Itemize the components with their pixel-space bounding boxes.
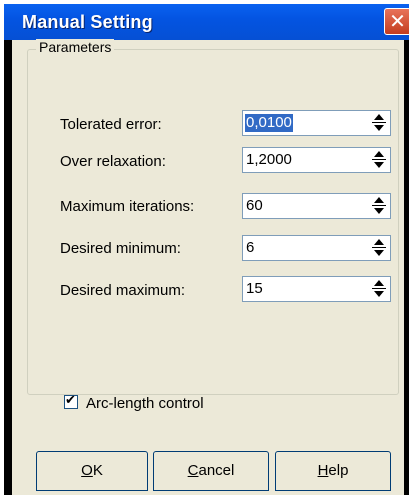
tolerated-error-label: Tolerated error: <box>60 116 162 133</box>
arc-length-label[interactable]: Arc-length control <box>86 395 204 412</box>
desired-minimum-label: Desired minimum: <box>60 240 181 257</box>
spin-down-icon[interactable] <box>369 248 389 259</box>
spin-down-icon[interactable] <box>369 123 389 134</box>
desired-minimum-value[interactable]: 6 <box>245 239 255 257</box>
desired-maximum-spinbox[interactable]: 15 <box>242 276 391 302</box>
desired-maximum-spinner[interactable] <box>369 278 389 300</box>
close-icon: ✕ <box>389 9 406 33</box>
desired-maximum-value[interactable]: 15 <box>245 280 264 298</box>
help-label: elp <box>328 462 349 479</box>
parameters-group-label: Parameters <box>36 39 115 55</box>
close-button[interactable]: ✕ <box>384 8 409 35</box>
cancel-label: ancel <box>198 462 235 479</box>
ok-accelerator: O <box>81 462 93 479</box>
parameters-groupbox <box>27 49 399 395</box>
over-relaxation-value[interactable]: 1,2000 <box>245 151 293 169</box>
desired-minimum-spinner[interactable] <box>369 237 389 259</box>
desired-maximum-label: Desired maximum: <box>60 282 186 299</box>
over-relaxation-label: Over relaxation: <box>60 153 166 170</box>
window-title: Manual Setting <box>22 12 153 32</box>
ok-button[interactable]: OK <box>36 451 148 491</box>
cancel-button[interactable]: Cancel <box>153 451 269 491</box>
over-relaxation-spinner[interactable] <box>369 149 389 171</box>
help-accelerator: H <box>317 462 329 479</box>
title-bar[interactable]: Manual Setting ✕ <box>4 4 409 40</box>
spin-down-icon[interactable] <box>369 206 389 217</box>
maximum-iterations-spinbox[interactable]: 60 <box>242 193 391 219</box>
checkmark-icon: ✔ <box>65 393 76 408</box>
spin-down-icon[interactable] <box>369 160 389 171</box>
cancel-accelerator: C <box>187 462 199 479</box>
maximum-iterations-spinner[interactable] <box>369 195 389 217</box>
arc-length-checkbox[interactable]: ✔ <box>64 393 78 409</box>
maximum-iterations-value[interactable]: 60 <box>245 197 264 215</box>
desired-minimum-spinbox[interactable]: 6 <box>242 235 391 261</box>
tolerated-error-value[interactable]: 0,0100 <box>245 114 293 132</box>
ok-label: K <box>92 462 103 479</box>
tolerated-error-spinner[interactable] <box>369 112 389 134</box>
spin-down-icon[interactable] <box>369 289 389 300</box>
help-button[interactable]: Help <box>275 451 391 491</box>
maximum-iterations-label: Maximum iterations: <box>60 198 195 215</box>
over-relaxation-spinbox[interactable]: 1,2000 <box>242 147 391 173</box>
tolerated-error-spinbox[interactable]: 0,0100 <box>242 110 391 136</box>
